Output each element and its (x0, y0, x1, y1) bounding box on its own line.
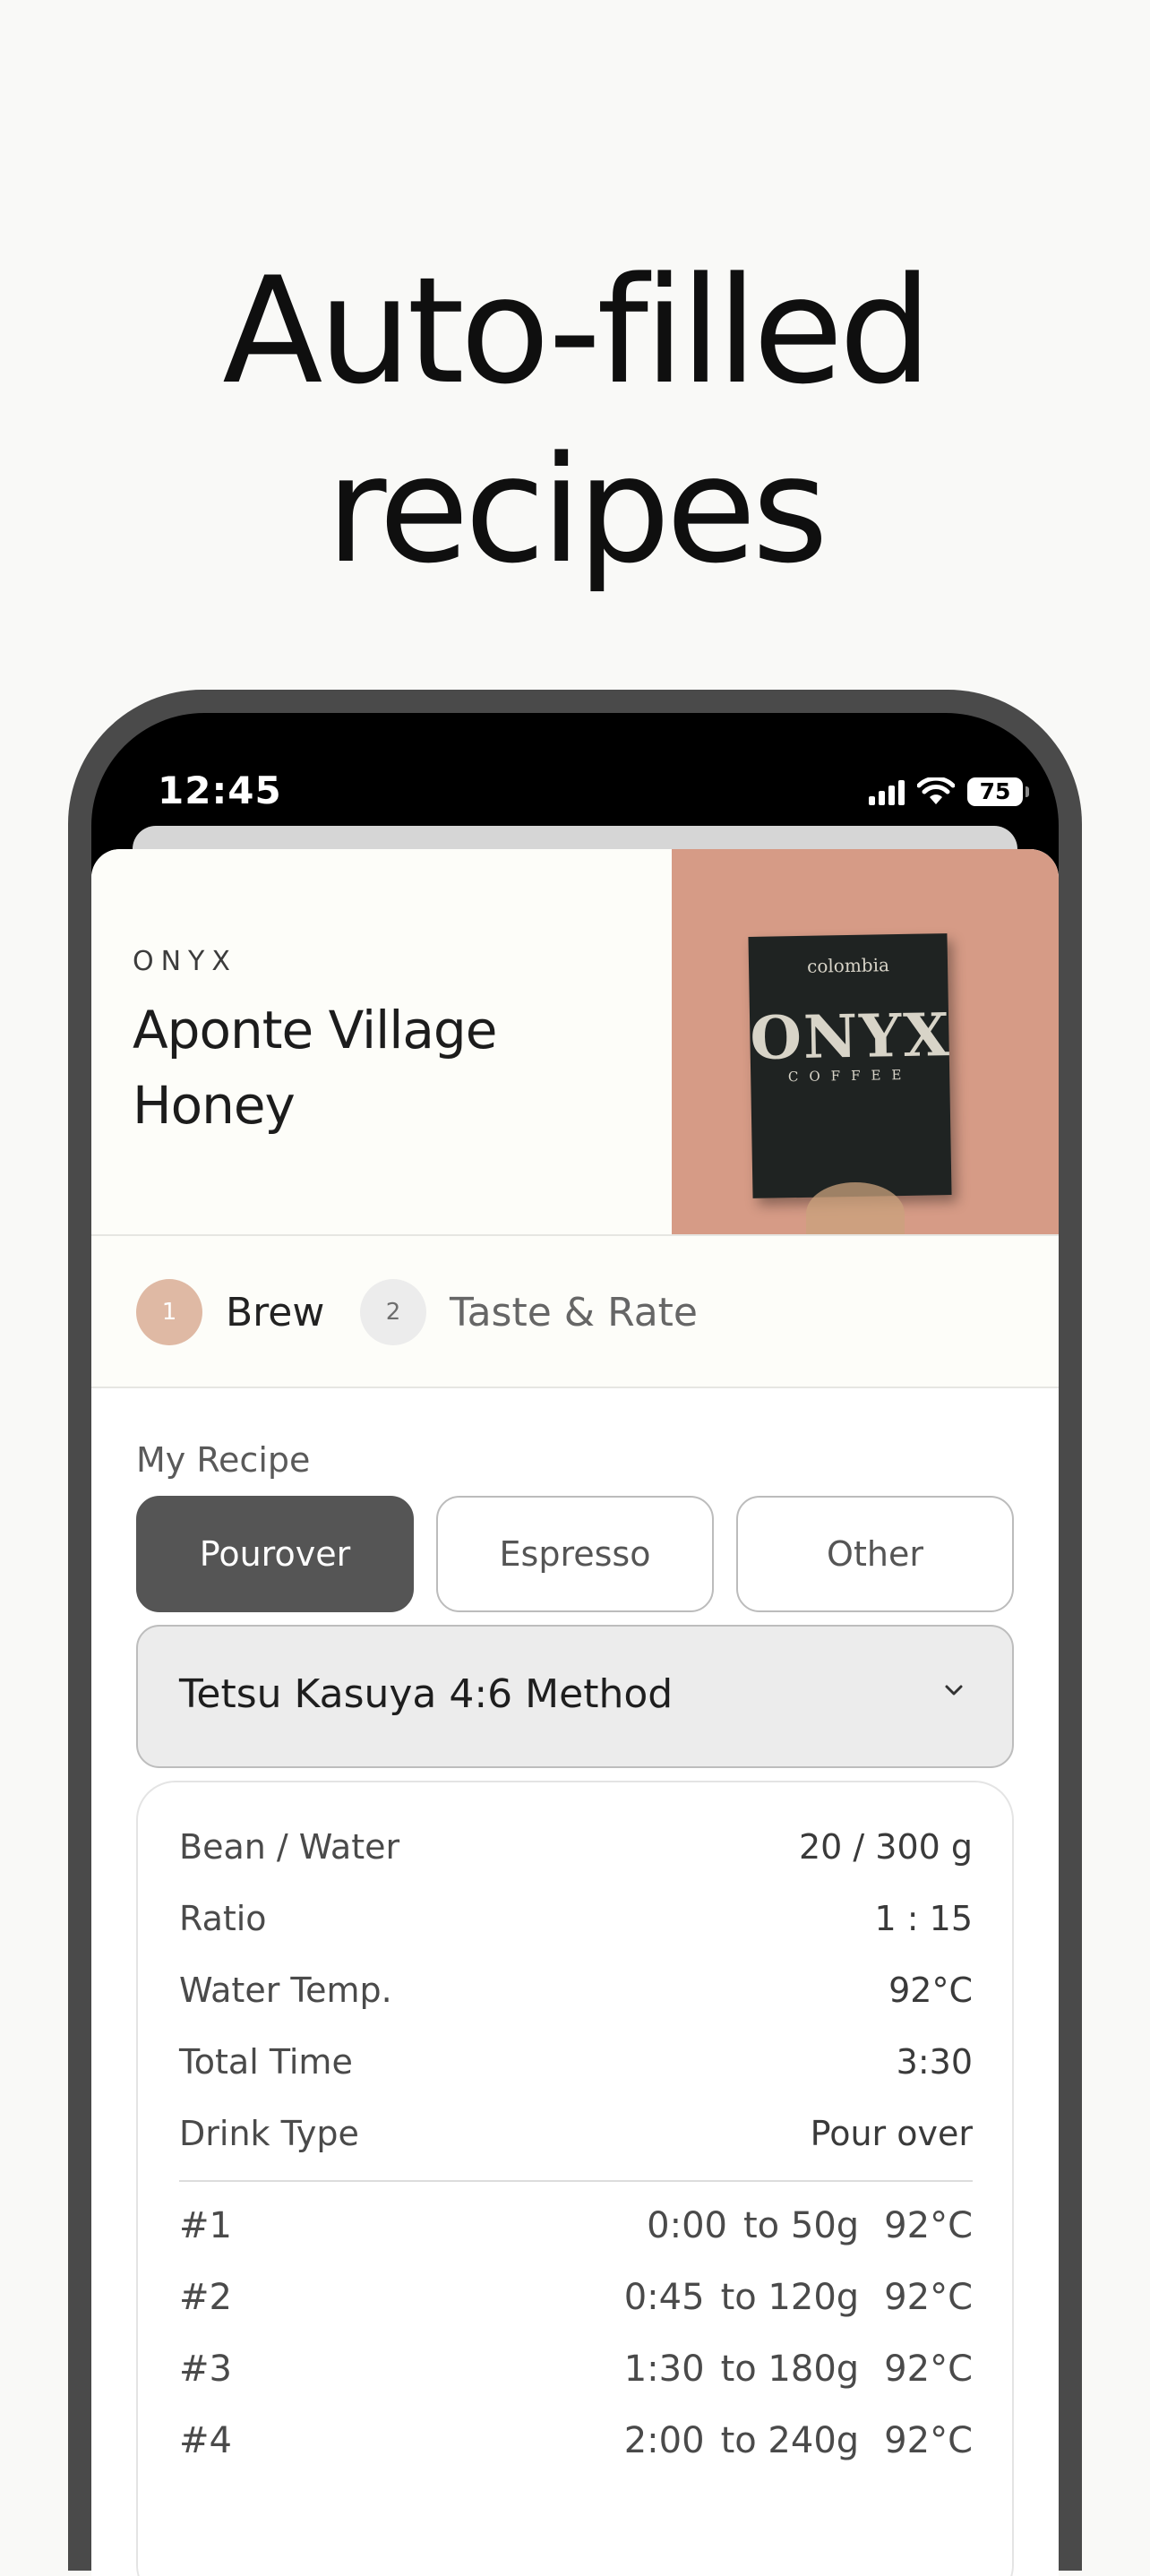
detail-row-water-temp: Water Temp. 92°C (179, 1971, 973, 2024)
pour-number: #3 (179, 2348, 232, 2390)
detail-row-ratio: Ratio 1 : 15 (179, 1899, 973, 1953)
detail-row-total-time: Total Time 3:30 (179, 2042, 973, 2096)
detail-value: 92°C (888, 1971, 973, 2010)
brew-sheet: ONYX Aponte Village Honey colombia ONYX … (91, 849, 1059, 2576)
pour-temp: 92°C (884, 2420, 973, 2461)
detail-label: Bean / Water (179, 1827, 400, 1867)
detail-row-bean-water: Bean / Water 20 / 300 g (179, 1827, 973, 1881)
other-button[interactable]: Other (736, 1496, 1014, 1612)
pour-number: #2 (179, 2277, 232, 2318)
status-icons: 75 (869, 774, 1029, 810)
pour-row: #2 0:45 to 120g 92°C (179, 2277, 973, 2331)
pour-number: #4 (179, 2420, 232, 2461)
pour-time: 0:45 (623, 2277, 705, 2318)
coffee-name: Aponte Village Honey (133, 1000, 497, 1136)
pour-row: #4 2:00 to 240g 92°C (179, 2420, 973, 2474)
detail-row-drink-type: Drink Type Pour over (179, 2114, 973, 2168)
phone-screen: 12:45 75 ONYX Aponte Village Honey colom… (91, 713, 1059, 2576)
my-recipe-label: My Recipe (136, 1440, 311, 1480)
detail-label: Ratio (179, 1899, 267, 1938)
battery-icon: 75 (967, 777, 1029, 806)
recipe-template-value: Tetsu Kasuya 4:6 Method (179, 1671, 674, 1717)
detail-value: 20 / 300 g (798, 1827, 973, 1867)
brew-steps: 1 Brew 2 Taste & Rate (91, 1236, 1059, 1388)
detail-value: 3:30 (896, 2042, 973, 2082)
pour-temp: 92°C (884, 2277, 973, 2318)
pour-row: #1 0:00 to 50g 92°C (179, 2205, 973, 2259)
status-time: 12:45 (158, 769, 282, 812)
pour-number: #1 (179, 2205, 232, 2246)
wifi-icon (917, 777, 955, 804)
pour-temp: 92°C (884, 2205, 973, 2246)
cellular-signal-icon (869, 778, 905, 805)
pour-target: to 180g (720, 2348, 860, 2390)
pourover-button[interactable]: Pourover (136, 1496, 414, 1612)
pour-temp: 92°C (884, 2348, 973, 2390)
detail-label: Drink Type (179, 2114, 359, 2153)
phone-frame: 12:45 75 ONYX Aponte Village Honey colom… (68, 690, 1082, 2576)
headline-line-2: recipes (326, 425, 828, 596)
step-number: 1 (136, 1279, 202, 1345)
bag-brand-text: ONYX (749, 1000, 952, 1073)
step-label: Taste & Rate (450, 1289, 698, 1335)
divider (179, 2180, 973, 2182)
headline-line-1: Auto-filled (222, 245, 931, 416)
chevron-down-icon (945, 1685, 963, 1696)
coffee-photo: colombia ONYX COFFEE (672, 849, 1059, 1234)
step-label: Brew (226, 1289, 325, 1335)
espresso-button[interactable]: Espresso (436, 1496, 714, 1612)
coffee-header: ONYX Aponte Village Honey colombia ONYX … (91, 849, 1059, 1236)
pour-row: #3 1:30 to 180g 92°C (179, 2348, 973, 2402)
step-brew[interactable]: 1 Brew (136, 1279, 324, 1345)
step-number: 2 (360, 1279, 426, 1345)
bag-origin-text: colombia (806, 954, 890, 977)
detail-label: Water Temp. (179, 1971, 392, 2010)
bag-fine-print (751, 1129, 950, 1132)
recipe-details-card: Bean / Water 20 / 300 g Ratio 1 : 15 Wat… (136, 1781, 1014, 2576)
headline: Auto-filled recipes (0, 242, 1150, 600)
pour-time: 0:00 (647, 2205, 727, 2246)
detail-label: Total Time (179, 2042, 353, 2082)
roaster-name: ONYX (133, 946, 237, 977)
pour-target: to 240g (720, 2420, 860, 2461)
pour-time: 2:00 (623, 2420, 705, 2461)
pour-target: to 120g (720, 2277, 860, 2318)
pour-time: 1:30 (623, 2348, 705, 2390)
coffee-bag-image: colombia ONYX COFFEE (748, 933, 952, 1198)
pour-target: to 50g (743, 2205, 860, 2246)
recipe-template-select[interactable]: Tetsu Kasuya 4:6 Method (136, 1625, 1014, 1768)
step-taste-rate[interactable]: 2 Taste & Rate (360, 1279, 698, 1345)
detail-value: 1 : 15 (874, 1899, 974, 1938)
detail-value: Pour over (810, 2114, 973, 2153)
